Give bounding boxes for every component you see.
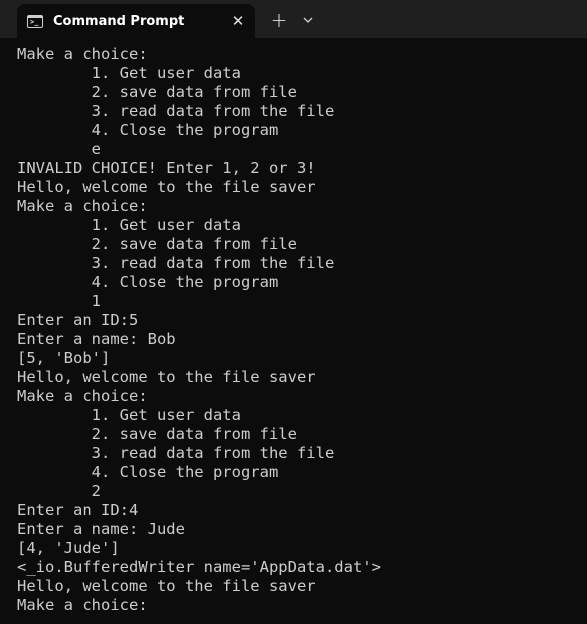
console-line: 2. save data from file — [17, 425, 297, 443]
console-line: 2. save data from file — [17, 235, 297, 253]
console-line: e — [17, 140, 101, 158]
console-line: Enter an ID:5 — [17, 311, 139, 329]
console-line: 3. read data from the file — [17, 102, 335, 120]
console-line: Make a choice: — [17, 197, 148, 215]
console-line: 2. save data from file — [17, 83, 297, 101]
console-line: INVALID CHOICE! Enter 1, 2 or 3! — [17, 159, 316, 177]
console-line: Hello, welcome to the file saver — [17, 178, 316, 196]
console-line: [5, 'Bob'] — [17, 349, 111, 367]
tab-title: Command Prompt — [53, 13, 185, 29]
tab-command-prompt[interactable]: >_ Command Prompt ✕ — [17, 4, 255, 38]
title-bar: >_ Command Prompt ✕ + — [0, 0, 587, 38]
console-line: 4. Close the program — [17, 273, 279, 291]
chevron-down-icon[interactable] — [298, 9, 318, 31]
console-line: Make a choice: — [17, 45, 148, 63]
console-line: 4. Close the program — [17, 121, 279, 139]
console-line: 2 — [17, 482, 101, 500]
console-line: 1. Get user data — [17, 216, 241, 234]
terminal-icon: >_ — [27, 14, 43, 28]
console-line: Hello, welcome to the file saver — [17, 577, 316, 595]
console-line: Make a choice: — [17, 596, 148, 614]
console-line: Enter a name: Bob — [17, 330, 176, 348]
console-line: [4, 'Jude'] — [17, 539, 120, 557]
console-line: Enter an ID:4 — [17, 501, 139, 519]
console-line: Make a choice: — [17, 387, 148, 405]
console-line: 4. Close the program — [17, 463, 279, 481]
console-line: 3. read data from the file — [17, 444, 335, 462]
console-line: 1. Get user data — [17, 406, 241, 424]
console-line: 1. Get user data — [17, 64, 241, 82]
console-line: 3. read data from the file — [17, 254, 335, 272]
close-tab-icon[interactable]: ✕ — [225, 12, 251, 30]
console-line: <_io.BufferedWriter name='AppData.dat'> — [17, 558, 381, 576]
console-line: Hello, welcome to the file saver — [17, 368, 316, 386]
console-line: Enter a name: Jude — [17, 520, 185, 538]
console-output[interactable]: Make a choice: 1. Get user data 2. save … — [0, 38, 587, 624]
console-line: 1 — [17, 292, 101, 310]
new-tab-button[interactable]: + — [268, 9, 290, 31]
